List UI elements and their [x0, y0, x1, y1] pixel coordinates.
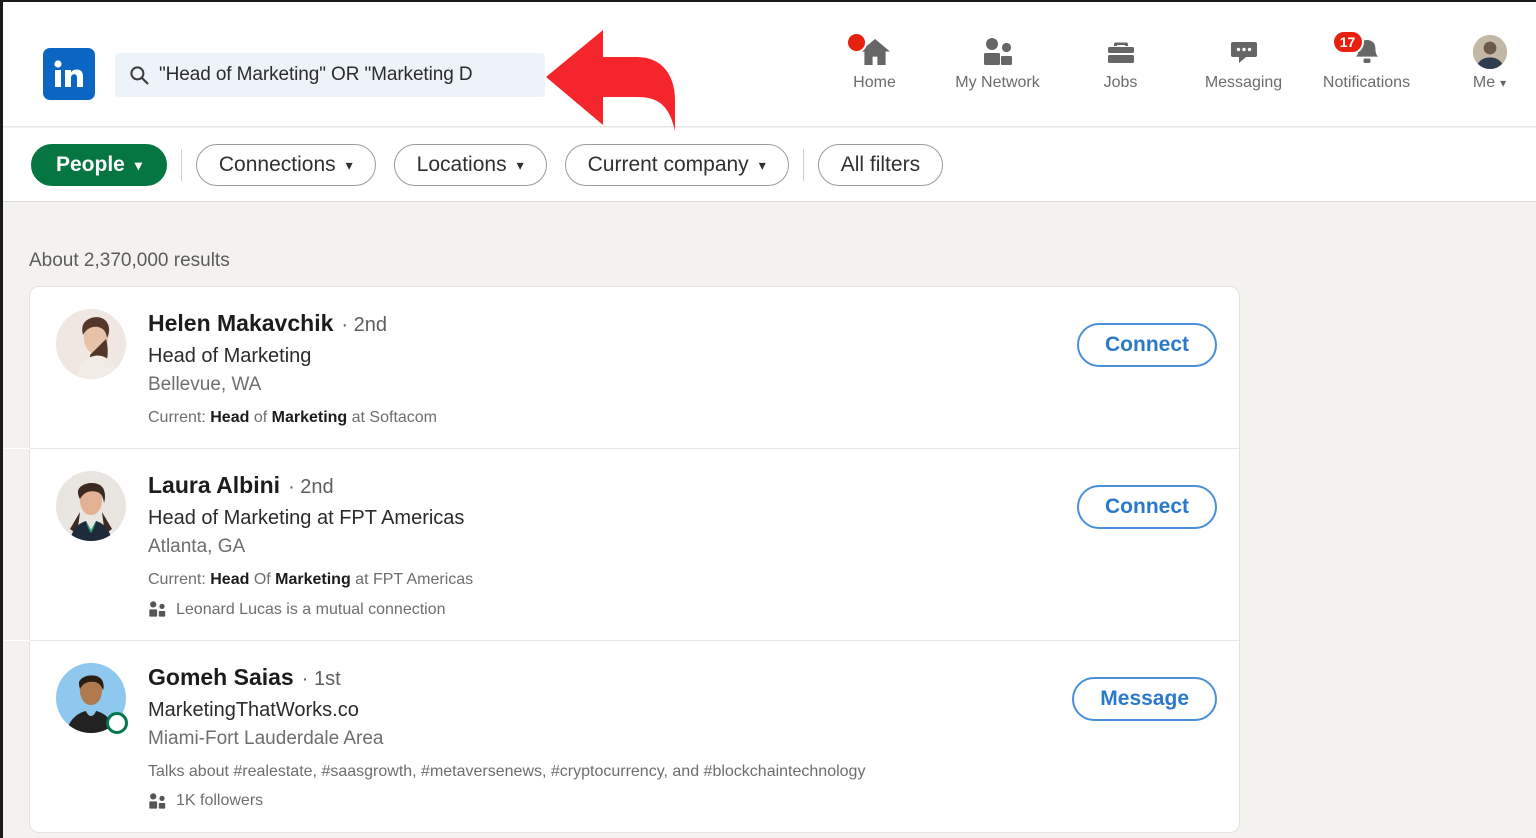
person-current-role: Current: Head Of Marketing at FPT Americ… [148, 569, 1077, 591]
linkedin-logo-icon[interactable] [43, 48, 95, 100]
nav-item-messaging[interactable]: Messaging [1182, 32, 1305, 92]
all-filters-button[interactable]: All filters [817, 143, 944, 186]
connect-button[interactable]: Connect [1077, 323, 1217, 367]
results-count: About 2,370,000 results [29, 250, 230, 271]
current-keyword-1: Head [210, 570, 250, 588]
nav-item-me-label: Me ▾ [1473, 74, 1506, 92]
nav-item-jobs[interactable]: Jobs [1059, 32, 1182, 92]
filter-pill-locations[interactable]: Locations ▾ [393, 143, 547, 186]
nav-item-messaging-label: Messaging [1204, 74, 1283, 91]
current-keyword-1: Head [210, 408, 250, 426]
current-keyword-2: Marketing [275, 570, 351, 588]
filter-pill-current-company-label: Current company [587, 152, 749, 176]
open-to-work-badge-icon [106, 712, 128, 735]
nav-item-my-network-label: My Network [955, 74, 1040, 91]
home-icon [845, 32, 891, 72]
list-item[interactable]: Laura Albini · 2nd Head of Marketing at … [4, 448, 1239, 640]
filter-divider [180, 148, 182, 181]
people-icon [148, 601, 167, 617]
filter-pill-people-label: People [56, 152, 125, 176]
followers-text: 1K followers [176, 792, 264, 810]
current-keyword-2: Marketing [271, 408, 348, 426]
nav-item-jobs-label: Jobs [1103, 74, 1138, 91]
current-prefix: Current: [148, 570, 211, 588]
connection-degree: · 1st [301, 668, 341, 691]
nav-item-notifications-label: Notifications [1322, 74, 1411, 91]
search-input-value: "Head of Marketing" OR "Marketing D [159, 64, 473, 85]
filter-pill-current-company[interactable]: Current company ▾ [564, 143, 789, 186]
list-item[interactable]: Gomeh Saias · 1st MarketingThatWorks.co … [4, 640, 1239, 832]
people-icon [148, 793, 167, 809]
nav-item-notifications[interactable]: 17 Notifications [1305, 30, 1428, 92]
primary-nav: Home My Network Jobs Messaging 17 Notifi… [813, 30, 1536, 92]
nav-item-home[interactable]: Home [813, 32, 936, 92]
person-current-role: Current: Head of Marketing at Softacom [148, 407, 1077, 429]
avatar[interactable] [56, 309, 126, 379]
chevron-down-icon: ▾ [1500, 76, 1507, 90]
mutual-connection-row: Leonard Lucas is a mutual connection [148, 599, 1077, 621]
person-name: Laura Albini [148, 472, 281, 499]
filter-pill-connections-label: Connections [218, 152, 336, 176]
person-location: Bellevue, WA [148, 374, 262, 395]
filter-pill-locations-label: Locations [416, 152, 507, 176]
person-name-row[interactable]: Laura Albini · 2nd [148, 471, 1077, 500]
global-header: "Head of Marketing" OR "Marketing D Home [3, 2, 1536, 127]
chevron-down-icon: ▾ [516, 156, 524, 173]
avatar[interactable] [56, 471, 126, 542]
search-filter-bar: People ▾ Connections ▾ Locations ▾ Curre… [3, 128, 1536, 202]
avatar [1472, 35, 1507, 69]
connection-degree: · 2nd [288, 476, 334, 499]
people-icon [981, 32, 1015, 72]
chevron-down-icon: ▾ [758, 156, 766, 173]
current-prefix: Current: [148, 408, 211, 426]
chevron-down-icon: ▾ [134, 156, 142, 173]
bell-icon: 17 [1331, 30, 1382, 72]
person-name-row[interactable]: Gomeh Saias · 1st [148, 663, 1072, 692]
filter-divider [802, 148, 804, 181]
connect-button[interactable]: Connect [1077, 485, 1217, 530]
all-filters-label: All filters [840, 152, 921, 176]
nav-item-me[interactable]: Me ▾ [1428, 32, 1536, 92]
message-bubble-icon [1229, 32, 1259, 72]
person-headline: MarketingThatWorks.co [148, 699, 359, 722]
current-mid: Of [249, 570, 276, 588]
filter-pill-connections[interactable]: Connections ▾ [195, 143, 376, 186]
connection-degree: · 2nd [341, 314, 387, 336]
person-talks-about: Talks about #realestate, #saasgrowth, #m… [148, 762, 866, 780]
linkedin-search-page: "Head of Marketing" OR "Marketing D Home [0, 0, 1536, 838]
search-input[interactable]: "Head of Marketing" OR "Marketing D [115, 53, 545, 97]
current-suffix: at FPT Americas [350, 570, 474, 588]
current-mid: of [249, 408, 272, 426]
followers-row: 1K followers [148, 790, 1072, 812]
notifications-count-badge: 17 [1331, 30, 1364, 54]
avatar[interactable] [56, 663, 128, 735]
message-button[interactable]: Message [1072, 677, 1217, 722]
briefcase-icon [1106, 32, 1136, 72]
person-name: Gomeh Saias [148, 664, 294, 691]
person-location: Atlanta, GA [148, 536, 246, 558]
current-suffix: at Softacom [347, 408, 438, 426]
chevron-down-icon: ▾ [345, 156, 353, 173]
mutual-connection-text: Leonard Lucas is a mutual connection [176, 600, 446, 618]
search-results-area: About 2,370,000 results Helen Makavchik … [3, 202, 1536, 838]
person-name: Helen Makavchik [148, 310, 334, 336]
search-icon [129, 65, 149, 85]
filter-pill-people[interactable]: People ▾ [31, 143, 167, 186]
person-name-row[interactable]: Helen Makavchik · 2nd [148, 309, 1077, 338]
person-location: Miami-Fort Lauderdale Area [148, 728, 384, 750]
nav-item-home-label: Home [853, 74, 896, 91]
person-headline: Head of Marketing at FPT Americas [148, 507, 465, 530]
person-headline: Head of Marketing [148, 345, 312, 367]
results-list: Helen Makavchik · 2nd Head of Marketing … [4, 286, 1240, 834]
nav-item-me-text: Me [1472, 74, 1496, 91]
list-item[interactable]: Helen Makavchik · 2nd Head of Marketing … [30, 287, 1239, 448]
nav-item-my-network[interactable]: My Network [936, 32, 1059, 92]
home-notification-badge [845, 32, 867, 53]
